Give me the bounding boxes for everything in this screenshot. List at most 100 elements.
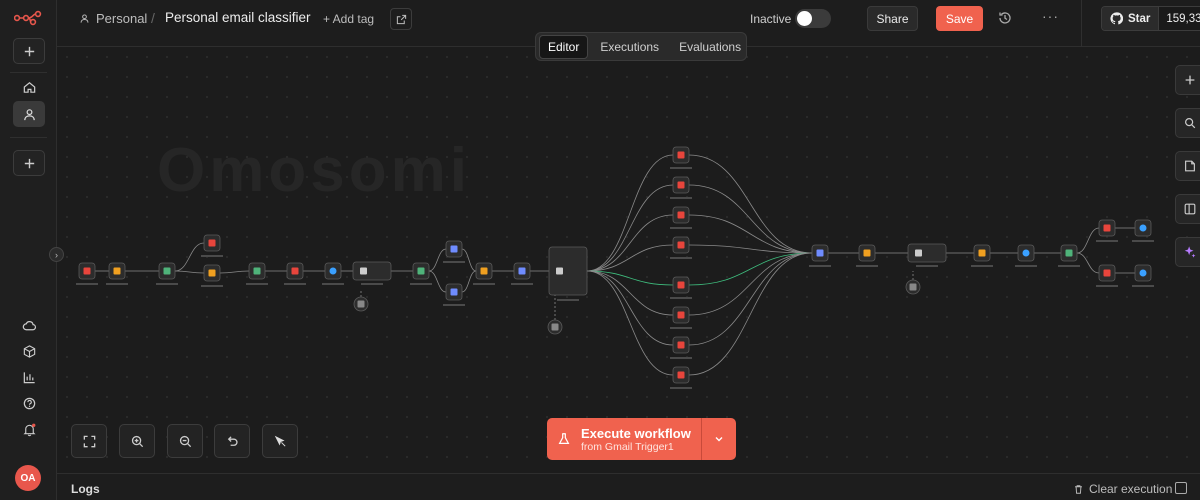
cloud-admin-button[interactable] bbox=[13, 312, 45, 338]
execute-workflow-main[interactable]: Execute workflow from Gmail Trigger1 bbox=[547, 418, 701, 460]
workflow-node-openai[interactable] bbox=[1132, 219, 1154, 242]
workflow-node-switch[interactable] bbox=[548, 246, 588, 301]
execute-options-dropdown[interactable] bbox=[701, 418, 736, 460]
tidy-up-button[interactable] bbox=[262, 424, 298, 458]
templates-button[interactable] bbox=[13, 338, 45, 364]
execute-workflow-button[interactable]: Execute workflow from Gmail Trigger1 bbox=[547, 418, 736, 460]
bell-icon bbox=[22, 423, 36, 436]
zoom-out-button[interactable] bbox=[167, 424, 203, 458]
node-caption bbox=[916, 265, 938, 267]
history-icon[interactable] bbox=[997, 10, 1013, 26]
workflow-node-code[interactable] bbox=[856, 244, 878, 267]
gmail-node-icon bbox=[677, 151, 685, 159]
gmail-node-icon bbox=[677, 371, 685, 379]
breadcrumb-project[interactable]: Personal bbox=[96, 11, 147, 26]
workflow-node-gmail[interactable] bbox=[670, 236, 692, 259]
home-button[interactable] bbox=[13, 74, 45, 100]
active-toggle[interactable] bbox=[795, 9, 831, 28]
filter-node-icon bbox=[253, 267, 261, 275]
node-caption bbox=[443, 304, 465, 306]
n8n-logo-icon[interactable] bbox=[14, 10, 42, 26]
logs-label[interactable]: Logs bbox=[71, 482, 100, 496]
edit-node-icon bbox=[816, 249, 824, 257]
workflow-node-gmail[interactable] bbox=[1096, 219, 1118, 242]
share-button[interactable]: Share bbox=[867, 6, 918, 31]
toggle-panel-button[interactable] bbox=[1175, 194, 1200, 224]
workflow-node-filter[interactable] bbox=[156, 262, 178, 285]
tab-executions[interactable]: Executions bbox=[592, 36, 667, 58]
workflow-node-gmail[interactable] bbox=[670, 206, 692, 229]
filter-node-icon bbox=[417, 267, 425, 275]
ai-assistant-button[interactable] bbox=[1175, 237, 1200, 267]
gmail-node-icon bbox=[677, 341, 685, 349]
help-button[interactable] bbox=[13, 390, 45, 416]
github-star-button[interactable]: Star 159,335 bbox=[1101, 6, 1200, 31]
node-caption bbox=[443, 261, 465, 263]
notifications-button[interactable] bbox=[13, 416, 45, 442]
expand-sidebar-button[interactable]: › bbox=[49, 247, 64, 262]
workflow-node-openai[interactable] bbox=[1132, 264, 1154, 287]
workflow-node-filter[interactable] bbox=[246, 262, 268, 285]
workflow-node-gmail[interactable] bbox=[201, 234, 223, 257]
workflow-node-agent[interactable] bbox=[352, 261, 392, 285]
breadcrumb-separator: / bbox=[151, 10, 155, 26]
node-caption bbox=[1058, 265, 1080, 267]
insights-button[interactable] bbox=[13, 364, 45, 390]
workflow-node-gmail[interactable] bbox=[670, 366, 692, 389]
new-workflow-button[interactable] bbox=[13, 38, 45, 64]
workflow-node-edit[interactable] bbox=[511, 262, 533, 285]
workflow-node-gmail[interactable] bbox=[670, 176, 692, 199]
workflow-node-filter[interactable] bbox=[1058, 244, 1080, 267]
workflow-canvas[interactable]: Omosomi bbox=[57, 47, 1200, 473]
workflow-node-gmail[interactable] bbox=[670, 306, 692, 329]
add-tag-button[interactable]: + Add tag bbox=[323, 12, 374, 26]
fit-view-button[interactable] bbox=[71, 424, 107, 458]
open-external-button[interactable] bbox=[390, 8, 412, 30]
workflow-node-code[interactable] bbox=[473, 262, 495, 285]
github-star[interactable]: Star bbox=[1102, 7, 1159, 30]
workflow-node-gmail[interactable] bbox=[670, 276, 692, 299]
sticky-note-button[interactable] bbox=[1175, 151, 1200, 181]
more-options-button[interactable]: ··· bbox=[1042, 8, 1059, 24]
workflow-node-code[interactable] bbox=[971, 244, 993, 267]
workflow-node-gmail[interactable] bbox=[284, 262, 306, 285]
reset-zoom-button[interactable] bbox=[214, 424, 250, 458]
workflow-node-gmail[interactable] bbox=[76, 262, 98, 285]
workflow-node-code[interactable] bbox=[201, 264, 223, 287]
edit-node-icon bbox=[450, 245, 458, 253]
tab-editor[interactable]: Editor bbox=[539, 34, 589, 59]
connection-line bbox=[461, 248, 477, 272]
workflow-node-gmail[interactable] bbox=[670, 336, 692, 359]
zoom-in-button[interactable] bbox=[119, 424, 155, 458]
workflow-node-model[interactable] bbox=[547, 319, 563, 335]
workflow-node-gmail[interactable] bbox=[670, 146, 692, 169]
search-nodes-button[interactable] bbox=[1175, 108, 1200, 138]
logs-panel[interactable]: Logs Clear execution bbox=[57, 473, 1200, 500]
workflow-node-openai[interactable] bbox=[1015, 244, 1037, 267]
tab-evaluations[interactable]: Evaluations bbox=[671, 36, 749, 58]
gmail-node-icon bbox=[1103, 224, 1111, 232]
workflow-node-openai[interactable] bbox=[322, 262, 344, 285]
breadcrumb[interactable]: Personal bbox=[79, 11, 147, 26]
workflow-node-filter[interactable] bbox=[410, 262, 432, 285]
workflow-node-model[interactable] bbox=[353, 296, 369, 312]
workflow-node-code[interactable] bbox=[106, 262, 128, 285]
workflow-node-gmail[interactable] bbox=[1096, 264, 1118, 287]
clear-execution-button[interactable]: Clear execution bbox=[1073, 482, 1172, 496]
avatar[interactable]: OA bbox=[15, 465, 41, 491]
add-project-button[interactable] bbox=[13, 150, 45, 176]
workflow-node-agent[interactable] bbox=[907, 243, 947, 267]
popout-logs-icon[interactable] bbox=[1175, 482, 1187, 494]
save-button[interactable]: Save bbox=[936, 6, 983, 31]
personal-button[interactable] bbox=[13, 101, 45, 127]
workflow-node-edit[interactable] bbox=[443, 283, 465, 306]
workflow-node-edit[interactable] bbox=[809, 244, 831, 267]
add-node-button[interactable] bbox=[1175, 65, 1200, 95]
agent-node-icon bbox=[360, 267, 367, 275]
connection-line bbox=[688, 252, 813, 286]
github-icon bbox=[1110, 12, 1123, 25]
workflow-node-edit[interactable] bbox=[443, 240, 465, 263]
workflow-node-model[interactable] bbox=[905, 279, 921, 295]
workflow-title[interactable]: Personal email classifier bbox=[165, 10, 311, 25]
workflow-graph[interactable] bbox=[57, 47, 1200, 473]
